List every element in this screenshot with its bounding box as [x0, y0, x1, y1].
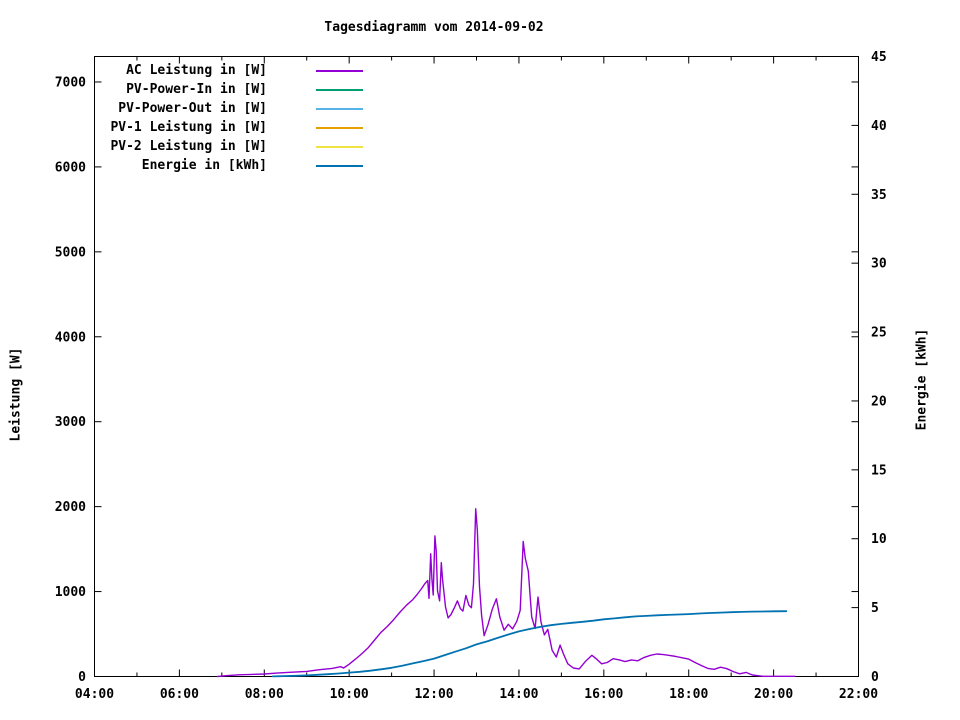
- series-line-energie-in-kwh: [271, 610, 788, 678]
- legend-line-sample-6: [316, 165, 363, 167]
- y-left-tick-label: 5000: [55, 245, 86, 260]
- y-right-tick-label: 40: [871, 119, 887, 134]
- y-right-tick-label: 45: [871, 50, 887, 65]
- x-tick-label: 14:00: [499, 687, 538, 702]
- chart-canvas: Tagesdiagramm vom 2014-09-02 Leistung [W…: [0, 0, 960, 720]
- legend-label-6: Energie in [kWh]: [141, 158, 267, 173]
- y-right-tick-label: 15: [871, 463, 887, 478]
- y-right-tick-label: 10: [871, 532, 887, 547]
- x-tick-label: 12:00: [414, 687, 453, 702]
- y-right-tick-label: 35: [871, 188, 887, 203]
- y-left-tick-label: 1000: [55, 585, 86, 600]
- legend-line-sample-1: [316, 70, 363, 72]
- x-tick-label: 06:00: [160, 687, 199, 702]
- y-left-tick-label: 7000: [55, 75, 86, 90]
- legend-label-5: PV-2 Leistung in [W]: [110, 139, 267, 154]
- x-tick-label: 22:00: [839, 687, 878, 702]
- y-right-tick-label: 30: [871, 257, 887, 272]
- series-line-ac-leistung-in-w: [216, 508, 796, 678]
- legend-label-2: PV-Power-In in [W]: [126, 82, 267, 97]
- y-left-tick-label: 0: [78, 670, 86, 685]
- x-tick-label: 16:00: [584, 687, 623, 702]
- y-right-tick-label: 5: [871, 601, 879, 616]
- x-tick-label: 20:00: [754, 687, 793, 702]
- y-right-tick-label: 20: [871, 394, 887, 409]
- x-tick-label: 18:00: [669, 687, 708, 702]
- legend-line-sample-3: [316, 108, 363, 110]
- legend-line-sample-4: [316, 127, 363, 129]
- y-left-tick-label: 3000: [55, 415, 86, 430]
- legend-label-3: PV-Power-Out in [W]: [118, 101, 267, 116]
- legend-label-1: AC Leistung in [W]: [126, 63, 267, 78]
- y-right-tick-label: 0: [871, 670, 879, 685]
- y-left-tick-label: 2000: [55, 500, 86, 515]
- x-tick-label: 10:00: [330, 687, 369, 702]
- legend-label-4: PV-1 Leistung in [W]: [110, 120, 267, 135]
- legend-line-sample-5: [316, 146, 363, 148]
- y-right-tick-label: 25: [871, 326, 887, 341]
- y-left-tick-label: 4000: [55, 330, 86, 345]
- x-tick-label: 04:00: [75, 687, 114, 702]
- legend-line-sample-2: [316, 89, 363, 91]
- x-tick-label: 08:00: [245, 687, 284, 702]
- y-left-tick-label: 6000: [55, 160, 86, 175]
